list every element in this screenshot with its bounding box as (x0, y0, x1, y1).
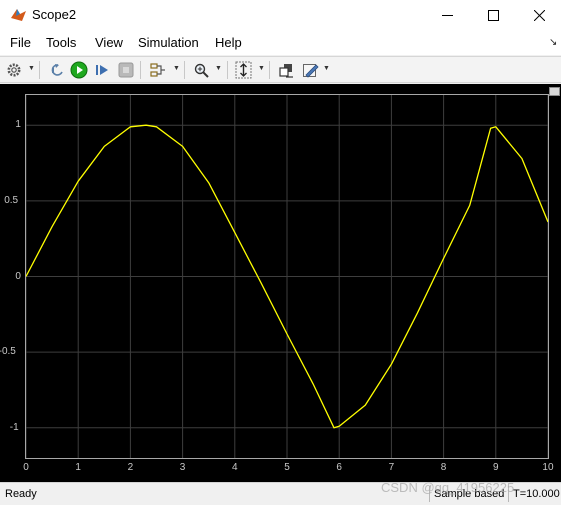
toolbar-separator (227, 61, 228, 79)
step-forward-button[interactable] (93, 61, 111, 79)
matlab-icon (11, 9, 26, 21)
gear-icon (7, 63, 21, 77)
step-back-button[interactable] (48, 61, 66, 79)
zoom-icon (194, 63, 209, 78)
signal-select-icon (149, 62, 165, 77)
run-icon (70, 61, 88, 79)
restore-axes-icon[interactable] (549, 87, 560, 96)
stop-icon (118, 62, 134, 78)
toolbar-separator (39, 61, 40, 79)
close-icon (533, 10, 545, 21)
toolbar-separator (140, 61, 141, 79)
x-tick-label: 3 (179, 462, 186, 473)
autoscale-button[interactable] (234, 61, 252, 79)
settings-dropdown-icon[interactable]: ▼ (28, 65, 35, 75)
y-tick-label: -0.5 (0, 346, 16, 358)
signal-select-button[interactable] (148, 61, 166, 79)
stop-button[interactable] (117, 61, 135, 79)
x-tick-label: 2 (127, 462, 134, 473)
style-dropdown-icon[interactable]: ▼ (323, 65, 330, 75)
x-tick-label: 5 (284, 462, 290, 473)
menu-bar: File Tools View Simulation Help (0, 31, 561, 55)
y-tick-label: -1 (9, 421, 19, 433)
toolbar-separator (269, 61, 270, 79)
x-tick-label: 10 (542, 462, 554, 473)
watermark: CSDN @qq_41956225 (381, 480, 515, 495)
x-tick-label: 7 (388, 462, 395, 473)
highlight-icon (278, 63, 293, 78)
menu-simulation[interactable]: Simulation (138, 35, 199, 50)
x-tick-label: 1 (75, 462, 81, 473)
menu-file[interactable]: File (10, 35, 31, 50)
x-tick-label: 4 (232, 462, 238, 473)
maximize-button[interactable] (470, 0, 516, 31)
step-forward-icon (96, 65, 108, 75)
window-title: Scope2 (32, 7, 77, 22)
run-button[interactable] (70, 61, 88, 79)
zoom-dropdown-icon[interactable]: ▼ (215, 65, 222, 75)
close-button[interactable] (516, 0, 561, 31)
x-tick-label: 0 (23, 462, 29, 473)
scope-window: Scope2 File Tools View Simulation Help ↘… (0, 0, 561, 505)
y-tick-label: 1 (15, 119, 21, 131)
autoscale-icon (235, 61, 251, 79)
minimize-button[interactable] (424, 0, 470, 31)
y-tick-label: 0.5 (4, 194, 19, 206)
autoscale-dropdown-icon[interactable]: ▼ (258, 65, 265, 75)
status-ready: Ready (5, 488, 37, 500)
zoom-button[interactable] (192, 61, 210, 79)
toolbar: ▼ ▼ ▼ ▼ ▼ (0, 56, 561, 83)
y-tick-label: 0 (15, 270, 21, 282)
menu-tools[interactable]: Tools (46, 35, 76, 50)
x-tick-label: 8 (440, 462, 447, 473)
style-icon (302, 63, 319, 78)
plot-canvas (26, 95, 548, 458)
simulation-time: T=10.000 (513, 488, 560, 500)
menu-view[interactable]: View (95, 35, 123, 50)
settings-button[interactable] (5, 61, 23, 79)
minimize-icon (441, 15, 453, 16)
x-tick-label: 6 (336, 462, 342, 473)
toolbar-separator (184, 61, 185, 79)
highlight-button[interactable] (277, 61, 295, 79)
menu-help[interactable]: Help (215, 35, 242, 50)
plot-area[interactable] (25, 94, 549, 459)
title-bar: Scope2 (0, 0, 561, 31)
x-tick-label: 9 (493, 462, 499, 473)
maximize-icon (487, 10, 499, 21)
signal-select-dropdown-icon[interactable]: ▼ (173, 65, 180, 75)
step-back-icon (51, 64, 63, 76)
style-button[interactable] (301, 61, 319, 79)
undock-icon[interactable]: ↘ (549, 37, 557, 48)
